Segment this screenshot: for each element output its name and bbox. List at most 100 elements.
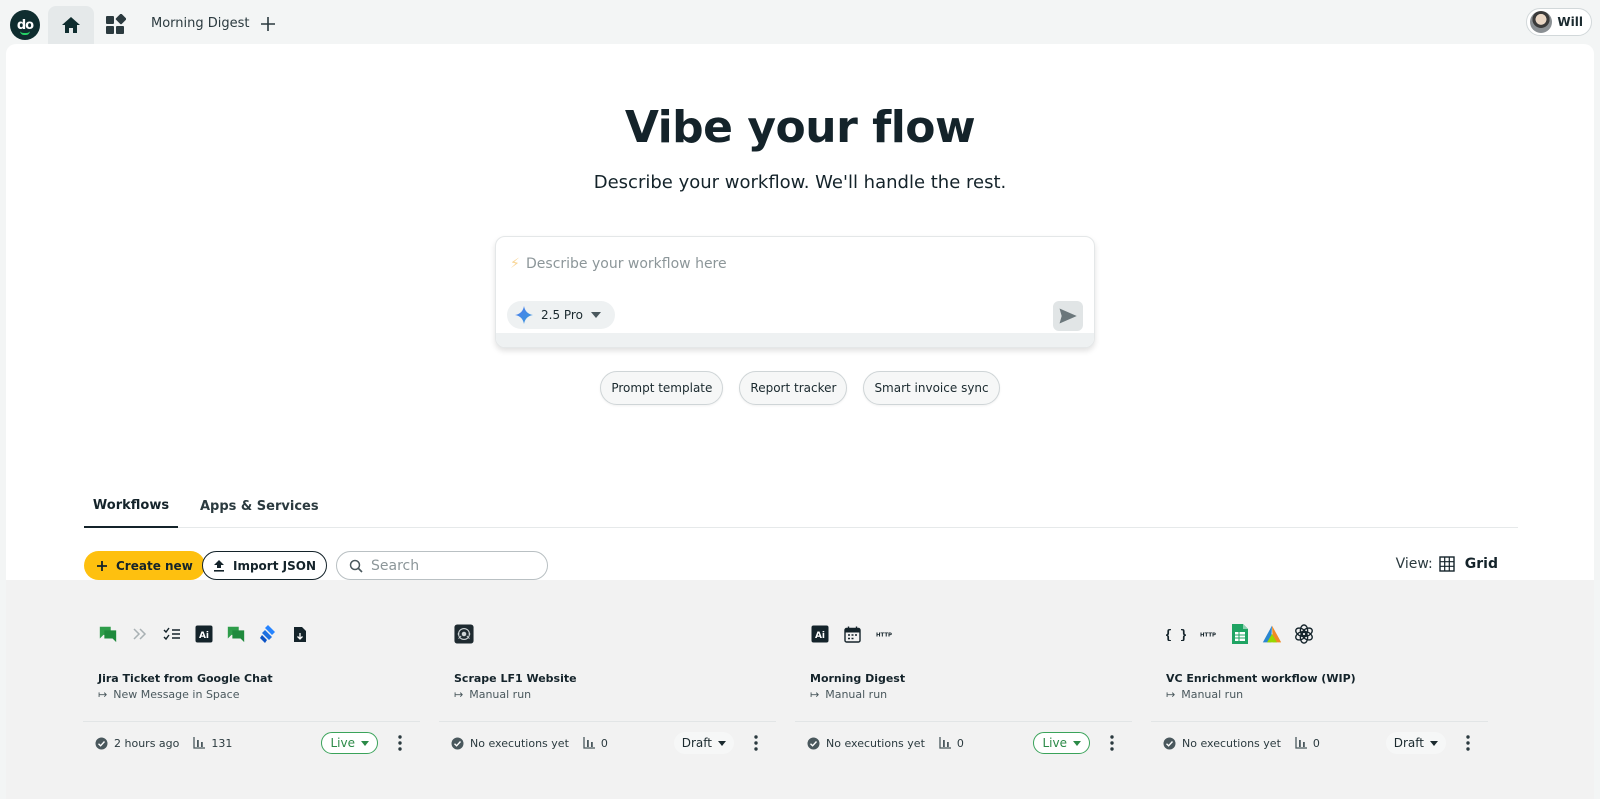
execution-count: 0: [939, 737, 964, 750]
more-options-button[interactable]: [1104, 735, 1120, 751]
app-logo[interactable]: do: [10, 10, 40, 40]
state-dropdown[interactable]: Draft: [1385, 732, 1446, 754]
model-selector[interactable]: 2.5 Pro: [507, 301, 615, 329]
ai-icon-text: Ai: [199, 631, 209, 641]
tab-dashboard[interactable]: [104, 13, 127, 36]
chip-prompt-template[interactable]: Prompt template: [600, 371, 724, 405]
avatar: [1530, 11, 1553, 33]
workflow-prompt-input[interactable]: [526, 251, 1066, 277]
last-run-status: No executions yet: [1163, 737, 1281, 750]
grid-label: Grid: [1464, 556, 1498, 572]
user-name: Will: [1557, 15, 1583, 29]
workflow-title[interactable]: VC Enrichment workflow (WIP): [1166, 672, 1356, 685]
chip-report-tracker[interactable]: Report tracker: [739, 371, 848, 405]
scraper-icon: [454, 624, 474, 644]
ai-icon: Ai: [810, 624, 830, 644]
state-dropdown[interactable]: Live: [1033, 732, 1090, 754]
workflow-trigger: ↦ New Message in Space: [98, 688, 239, 701]
state-label: Live: [330, 736, 355, 750]
google-chat-icon: [98, 624, 118, 644]
prompt-box-footer: [496, 333, 1094, 347]
card-divider: [439, 721, 776, 722]
card-app-icons: [454, 622, 474, 646]
calendar-icon: [842, 624, 862, 644]
workflow-card[interactable]: Ai Jira Ticket from Google Chat ↦ New Me…: [83, 600, 420, 754]
plus-icon: [97, 560, 107, 571]
trigger-label: Manual run: [825, 688, 888, 701]
hero-title: Vibe your flow: [624, 102, 976, 153]
workflow-trigger: ↦ Manual run: [810, 688, 887, 701]
tab-workflows[interactable]: Workflows: [84, 484, 178, 528]
new-tab-button[interactable]: [258, 14, 278, 34]
import-json-button[interactable]: Import JSON: [202, 551, 327, 580]
trigger-arrow-icon: ↦: [454, 688, 464, 701]
card-divider: [83, 721, 420, 722]
state-label: Draft: [1393, 736, 1424, 750]
execution-count: 0: [1295, 737, 1320, 750]
chip-smart-invoice-sync[interactable]: Smart invoice sync: [863, 371, 1000, 405]
execution-count: 131: [193, 737, 232, 750]
home-icon: [62, 17, 80, 33]
bar-chart-icon: [583, 737, 595, 749]
send-button[interactable]: [1053, 301, 1083, 331]
search-input[interactable]: [371, 557, 531, 574]
user-menu[interactable]: Will: [1526, 8, 1592, 36]
state-dropdown[interactable]: Live: [321, 732, 378, 754]
ai-icon-text: Ai: [815, 631, 825, 641]
top-bar: do Morning Digest Will: [0, 0, 1600, 46]
state-dropdown[interactable]: Draft: [673, 732, 734, 754]
workflow-card[interactable]: Scrape LF1 Website ↦ Manual run No execu…: [439, 600, 776, 754]
workflow-title[interactable]: Jira Ticket from Google Chat: [98, 672, 273, 685]
caret-down-icon: [1073, 740, 1081, 746]
last-run-text: No executions yet: [1182, 736, 1281, 750]
tab-home[interactable]: [48, 6, 94, 44]
lightning-icon: ⚡: [510, 256, 520, 272]
section-tabs: Workflows Apps & Services: [84, 484, 1518, 528]
card-footer: No executions yet 0 Draft: [1163, 731, 1476, 755]
dashboard-icon: [106, 13, 127, 34]
workflow-title[interactable]: Morning Digest: [810, 672, 905, 685]
tab-apps-services[interactable]: Apps & Services: [200, 484, 319, 528]
checklist-icon: [162, 624, 182, 644]
workflow-card[interactable]: { } HTTP VC Enrichment workflow (WIP) ↦ …: [1151, 600, 1488, 755]
code-braces-icon: { }: [1166, 624, 1186, 644]
execution-count: 0: [583, 737, 608, 750]
check-circle-icon: [95, 737, 108, 749]
more-options-button[interactable]: [392, 735, 408, 751]
execution-count-text: 0: [956, 736, 964, 750]
upload-icon: [214, 560, 224, 572]
google-chat-icon: [226, 624, 246, 644]
view-label: View:: [1395, 556, 1433, 572]
caret-down-icon: [1430, 740, 1438, 746]
state-label: Live: [1042, 736, 1067, 750]
kebab-menu-icon: [1466, 735, 1470, 751]
trigger-label: Manual run: [1181, 688, 1244, 701]
card-divider: [1151, 721, 1488, 722]
jira-icon: [258, 624, 278, 644]
braces-icon-text: { }: [1166, 628, 1186, 641]
more-options-button[interactable]: [748, 735, 764, 751]
workflow-title[interactable]: Scrape LF1 Website: [454, 672, 577, 685]
import-json-label: Import JSON: [233, 558, 316, 573]
google-sheets-icon: [1230, 624, 1250, 644]
apify-icon: [1262, 624, 1282, 644]
caret-down-icon: [590, 312, 601, 318]
file-arrow-icon: [290, 624, 310, 644]
last-run-text: No executions yet: [826, 736, 925, 750]
check-circle-icon: [1163, 737, 1176, 749]
last-run-status: No executions yet: [451, 737, 569, 750]
execution-count-text: 0: [600, 736, 608, 750]
more-options-button[interactable]: [1460, 735, 1476, 751]
view-toggle[interactable]: View: Grid: [1396, 556, 1498, 572]
card-footer: No executions yet 0 Live: [807, 731, 1120, 755]
check-circle-icon: [807, 737, 820, 749]
trigger-arrow-icon: ↦: [98, 688, 108, 701]
workflow-trigger: ↦ Manual run: [454, 688, 531, 701]
create-new-button[interactable]: Create new: [84, 551, 205, 580]
card-app-icons: Ai HTTP: [810, 622, 894, 646]
tab-morning-digest[interactable]: Morning Digest: [151, 16, 250, 31]
check-circle-icon: [451, 737, 464, 749]
workflow-card[interactable]: Ai HTTP Morning Digest ↦ Manual run No e…: [795, 600, 1132, 755]
bar-chart-icon: [1295, 737, 1307, 749]
trigger-arrow-icon: ↦: [810, 688, 820, 701]
